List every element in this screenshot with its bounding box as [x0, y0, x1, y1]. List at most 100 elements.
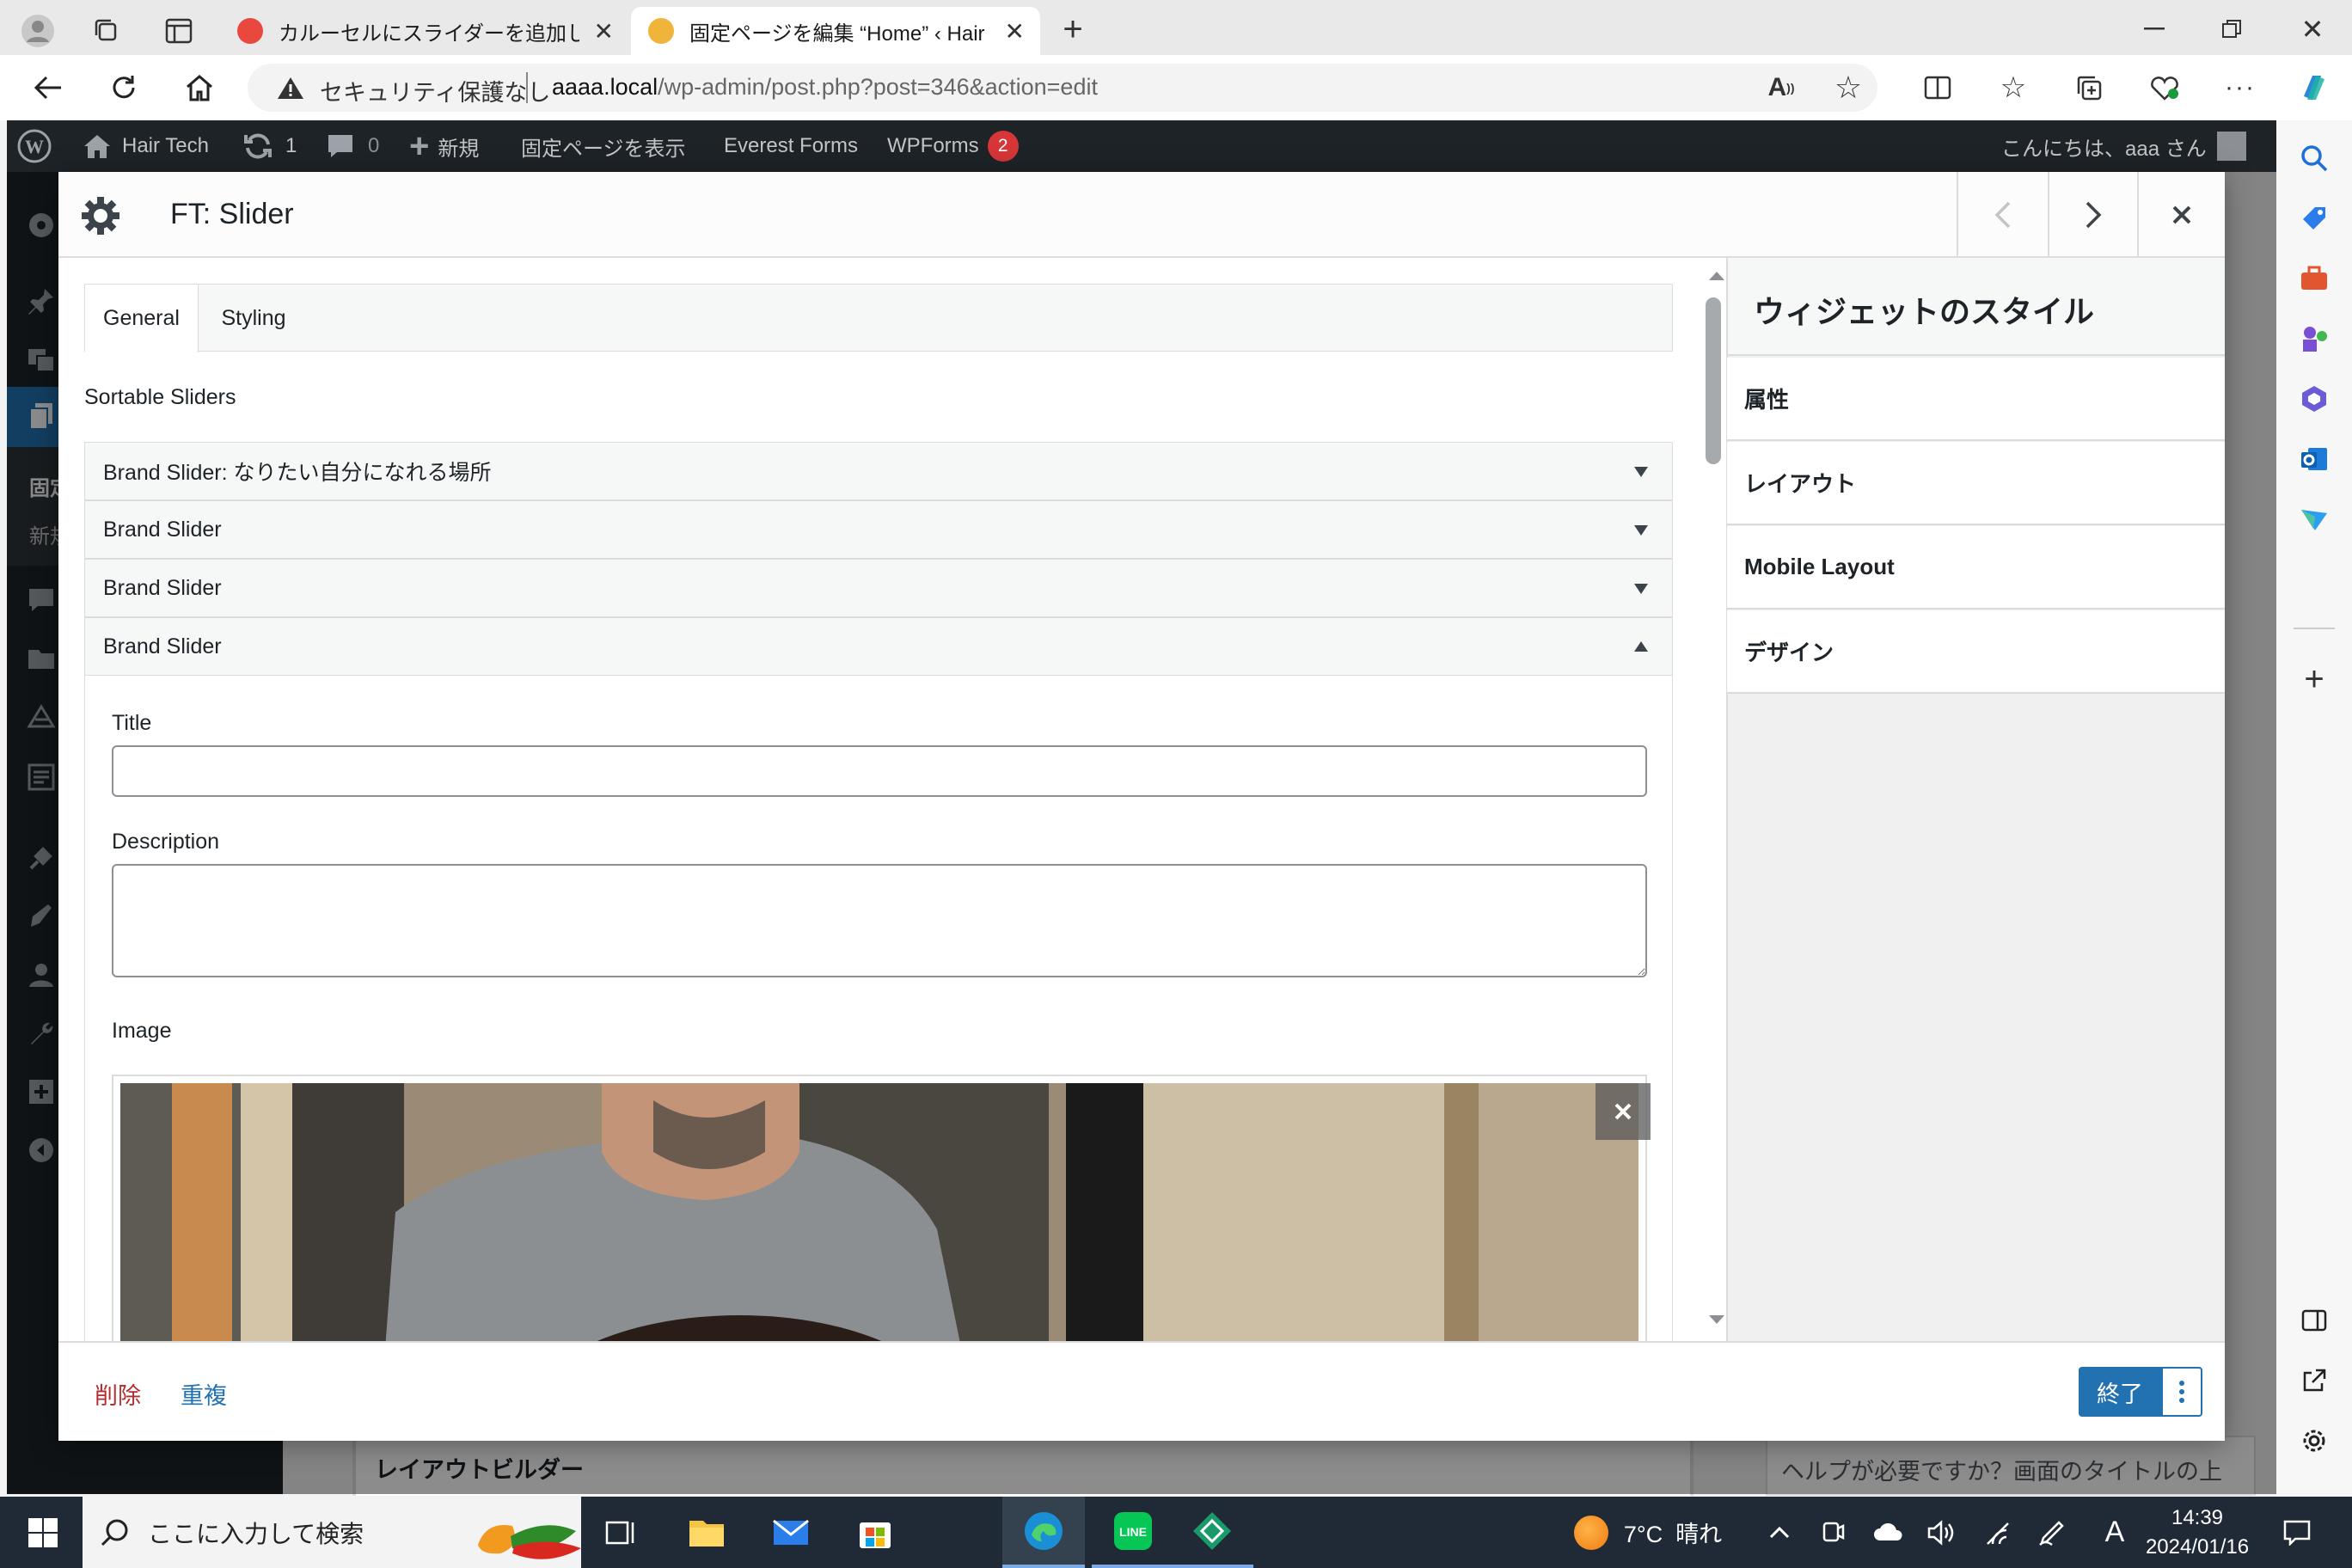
panel-item-layout[interactable]: レイアウト: [1727, 442, 2225, 525]
delete-link[interactable]: 削除: [95, 1377, 141, 1411]
start-button[interactable]: [17, 1497, 69, 1568]
taskbar-search-placeholder: ここに入力して検索: [148, 1520, 364, 1547]
search-icon: [101, 1519, 128, 1546]
back-icon[interactable]: [28, 67, 69, 108]
show-hidden-icons-chevron-up-icon[interactable]: [1761, 1497, 1798, 1568]
url-text[interactable]: aaaa.local/wp-admin/post.php?post=346&ac…: [552, 74, 1098, 101]
tab-close-icon[interactable]: ✕: [1005, 17, 1025, 46]
new-content-link[interactable]: + 新規: [409, 120, 479, 172]
taskbar-search[interactable]: ここに入力して検索: [83, 1497, 581, 1568]
mail-icon[interactable]: [763, 1497, 818, 1568]
home-icon[interactable]: [179, 67, 220, 108]
panel-item-mobile-layout[interactable]: Mobile Layout: [1727, 526, 2225, 609]
settings-gear-icon[interactable]: [2297, 1424, 2331, 1458]
tab-general[interactable]: General: [85, 285, 199, 352]
slider-item[interactable]: Brand Slider: なりたい自分になれる場所: [84, 442, 1673, 500]
scrollbar-up-icon[interactable]: [1709, 272, 1724, 280]
profile-avatar-icon[interactable]: [19, 12, 57, 50]
comments-count: 0: [368, 134, 380, 157]
refresh-icon[interactable]: [103, 67, 144, 108]
scrollbar-down-icon[interactable]: [1709, 1315, 1724, 1324]
outlook-icon[interactable]: [2297, 442, 2331, 476]
url-host: aaaa.local: [552, 74, 658, 100]
volume-icon[interactable]: [1922, 1497, 1960, 1568]
tab-styling[interactable]: Styling: [199, 285, 309, 352]
close-icon[interactable]: [2137, 172, 2225, 258]
task-view-icon[interactable]: [595, 1497, 646, 1568]
panel-item-attributes[interactable]: 属性: [1727, 358, 2225, 441]
store-icon[interactable]: [848, 1497, 903, 1568]
favorites-icon[interactable]: ☆: [1994, 69, 2032, 107]
add-icon[interactable]: +: [2297, 660, 2331, 698]
windows-logo-icon: [28, 1517, 58, 1547]
tab-edit-page[interactable]: 固定ページを編集 “Home” ‹ Hair Te ✕: [631, 7, 1040, 55]
previous-icon[interactable]: [1957, 172, 2048, 258]
edge-browser-icon[interactable]: [1002, 1497, 1085, 1568]
tab-favicon-icon: [648, 18, 674, 44]
microsoft365-icon[interactable]: [2297, 382, 2331, 416]
file-explorer-icon[interactable]: [679, 1497, 734, 1568]
network-icon[interactable]: [1979, 1497, 2017, 1568]
vertical-tabs-icon[interactable]: [160, 12, 198, 50]
tools-briefcase-icon[interactable]: [2297, 261, 2331, 296]
meet-now-icon[interactable]: [1814, 1497, 1852, 1568]
games-icon[interactable]: [2297, 322, 2331, 356]
copilot-icon[interactable]: [2294, 67, 2335, 108]
done-button[interactable]: 終了: [2079, 1367, 2161, 1417]
favorite-star-icon[interactable]: ☆: [1829, 69, 1867, 107]
minimize-icon[interactable]: [2135, 10, 2173, 48]
ime-indicator[interactable]: A: [2098, 1497, 2132, 1568]
external-link-icon[interactable]: [2297, 1363, 2331, 1398]
chevron-down-icon: [1634, 525, 1648, 536]
send-icon[interactable]: [2297, 502, 2331, 536]
account-menu[interactable]: こんにちは、aaa さん: [2001, 120, 2246, 172]
close-window-icon[interactable]: ✕: [2294, 10, 2331, 48]
scrollbar-thumb[interactable]: [1706, 297, 1721, 464]
duplicate-link[interactable]: 重複: [181, 1377, 227, 1411]
onedrive-cloud-icon[interactable]: [1867, 1497, 1910, 1568]
comments-link[interactable]: 0: [327, 120, 379, 172]
notification-center-icon[interactable]: [2278, 1497, 2316, 1568]
updates-link[interactable]: 1: [242, 120, 297, 172]
tab-carousel[interactable]: カルーセルにスライダーを追加しよう | プ ✕: [225, 9, 626, 53]
panel-item-design[interactable]: デザイン: [1727, 610, 2225, 694]
tab-close-icon[interactable]: ✕: [594, 17, 614, 46]
remove-image-button[interactable]: [1596, 1083, 1651, 1140]
read-aloud-icon[interactable]: A)): [1762, 69, 1800, 107]
collections-icon[interactable]: [2070, 69, 2108, 107]
weather-widget[interactable]: 7°C 晴れ: [1566, 1497, 1730, 1568]
description-textarea[interactable]: [112, 864, 1647, 977]
search-icon[interactable]: [2297, 141, 2331, 175]
done-dropdown-button[interactable]: [2161, 1367, 2202, 1417]
done-label: 終了: [2097, 1381, 2143, 1407]
slider-item-label: Brand Slider: [103, 575, 222, 600]
style-panel-heading: ウィジェットのスタイル: [1754, 294, 2095, 329]
everest-forms-link[interactable]: Everest Forms: [724, 120, 858, 172]
next-icon[interactable]: [2048, 172, 2137, 258]
more-menu-icon[interactable]: ···: [2221, 69, 2259, 107]
clock[interactable]: 14:39 2024/01/16: [2144, 1504, 2251, 1564]
slider-item-open[interactable]: Brand Slider: [84, 617, 1673, 676]
panel-item-label: レイアウト: [1744, 471, 1857, 497]
site-home-link[interactable]: Hair Tech: [83, 120, 209, 172]
workspaces-icon[interactable]: [88, 12, 126, 50]
pen-icon[interactable]: [2032, 1497, 2070, 1568]
restore-icon[interactable]: [2213, 10, 2251, 48]
sidebar-toggle-icon[interactable]: [2297, 1303, 2331, 1338]
split-screen-icon[interactable]: [1919, 69, 1957, 107]
new-tab-icon[interactable]: +: [1054, 10, 1092, 48]
wpforms-link[interactable]: WPForms 2: [887, 120, 1019, 172]
title-input[interactable]: [112, 745, 1647, 797]
browser-essentials-icon[interactable]: [2146, 69, 2184, 107]
security-label[interactable]: セキュリティ保護なし: [320, 74, 550, 107]
line-app-icon[interactable]: LINE: [1092, 1497, 1174, 1568]
slider-item[interactable]: Brand Slider: [84, 559, 1673, 617]
description-label: Description: [112, 830, 220, 854]
view-page-link[interactable]: 固定ページを表示: [521, 120, 686, 172]
updates-count: 1: [285, 134, 297, 157]
slider-item[interactable]: Brand Slider: [84, 500, 1673, 559]
wp-logo-icon[interactable]: W: [17, 120, 52, 172]
edge-sidebar: +: [2276, 120, 2352, 1496]
shopping-tag-icon[interactable]: [2297, 201, 2331, 236]
app-diamond-icon[interactable]: [1171, 1497, 1253, 1568]
